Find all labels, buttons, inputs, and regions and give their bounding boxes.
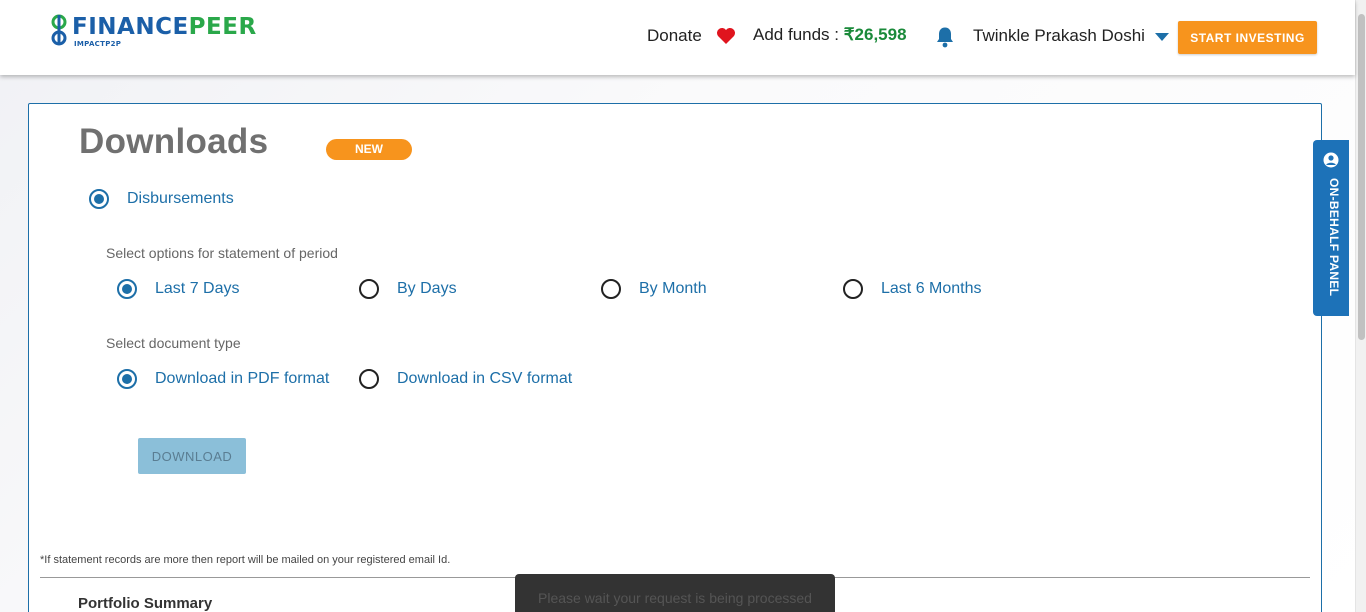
processing-toast: Please wait your request is being proces… (515, 574, 835, 612)
new-badge: NEW (326, 139, 412, 160)
toast-message: Please wait your request is being proces… (538, 590, 812, 606)
logo-brand-part2: PEER (188, 14, 257, 40)
radio-last-7-days[interactable]: Last 7 Days (117, 279, 239, 299)
side-panel-label: ON-BEHALF PANEL (1327, 178, 1341, 297)
add-funds-link[interactable]: Add funds : ₹26,598 (753, 25, 907, 45)
bell-icon[interactable] (935, 26, 955, 48)
radio-label[interactable]: Download in CSV format (397, 370, 572, 388)
logo-tagline: IMPACTP2P (74, 40, 122, 48)
top-header: FINANCEPEER IMPACTP2P Donate Add funds :… (0, 0, 1355, 75)
radio-label[interactable]: Disbursements (127, 190, 234, 208)
funds-amount: ₹26,598 (843, 25, 907, 44)
radio-csv-format[interactable]: Download in CSV format (359, 369, 572, 389)
donate-link[interactable]: Donate (647, 26, 702, 46)
radio-by-month[interactable]: By Month (601, 279, 707, 299)
statement-note: *If statement records are more then repo… (40, 554, 451, 566)
scrollbar-thumb[interactable] (1358, 14, 1365, 340)
radio-circle[interactable] (117, 279, 137, 299)
user-name[interactable]: Twinkle Prakash Doshi (973, 26, 1145, 46)
radio-circle[interactable] (359, 369, 379, 389)
radio-last-6-months[interactable]: Last 6 Months (843, 279, 982, 299)
heart-icon[interactable] (716, 27, 736, 45)
radio-by-days[interactable]: By Days (359, 279, 457, 299)
period-section-label: Select options for statement of period (106, 245, 338, 261)
radio-label[interactable]: Download in PDF format (155, 370, 329, 388)
radio-circle[interactable] (89, 189, 109, 209)
start-investing-button[interactable]: START INVESTING (1178, 21, 1317, 54)
radio-label[interactable]: Last 6 Months (881, 280, 982, 298)
portfolio-summary-heading: Portfolio Summary (78, 595, 213, 612)
logo-mark-icon (51, 14, 67, 46)
user-circle-icon (1323, 152, 1339, 168)
logo-text: FINANCEPEER (72, 13, 257, 41)
add-funds-label: Add funds : (753, 25, 844, 44)
radio-circle[interactable] (359, 279, 379, 299)
logo-brand-part1: FINANCE (72, 14, 189, 40)
download-button[interactable]: DOWNLOAD (138, 438, 246, 474)
page-title: Downloads (79, 122, 269, 161)
page-scrollbar[interactable] (1355, 0, 1366, 612)
doc-type-section-label: Select document type (106, 335, 241, 351)
radio-label[interactable]: Last 7 Days (155, 280, 239, 298)
radio-circle[interactable] (843, 279, 863, 299)
radio-label[interactable]: By Days (397, 280, 457, 298)
on-behalf-panel-tab[interactable]: ON-BEHALF PANEL (1313, 140, 1349, 316)
radio-circle[interactable] (117, 369, 137, 389)
chevron-down-icon[interactable] (1155, 33, 1169, 41)
radio-circle[interactable] (601, 279, 621, 299)
radio-pdf-format[interactable]: Download in PDF format (117, 369, 329, 389)
downloads-card: Downloads NEW Disbursements Select optio… (28, 103, 1322, 612)
radio-label[interactable]: By Month (639, 280, 707, 298)
radio-disbursements[interactable]: Disbursements (89, 189, 234, 209)
